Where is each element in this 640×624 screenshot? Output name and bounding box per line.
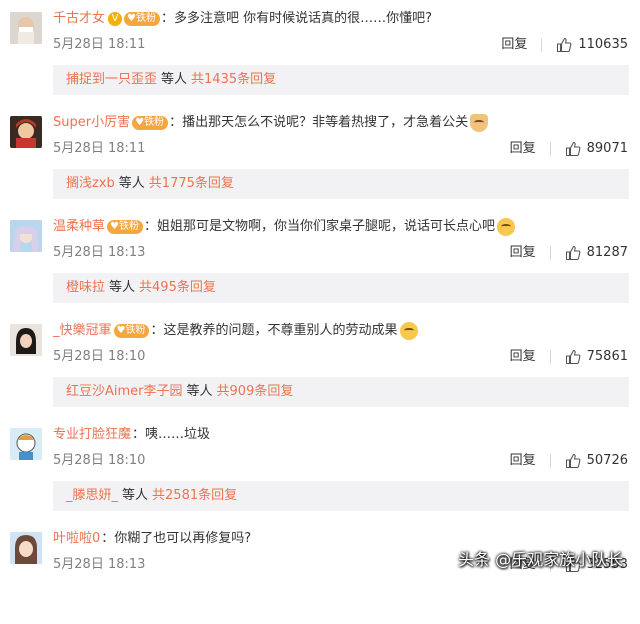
comment-item: _快樂冠軍 ♥铁粉 ： 这是教养的问题，不尊重别人的劳动成果 5月28日 18:… xyxy=(0,312,640,416)
like-count: 89071 xyxy=(586,141,628,156)
sub-reply-user[interactable]: 橙味拉 xyxy=(66,280,105,295)
divider xyxy=(549,454,551,468)
timestamp: 5月28日 18:10 xyxy=(53,453,146,468)
hands-emoji-icon xyxy=(470,114,489,132)
fan-badge[interactable]: ♥铁粉 xyxy=(124,12,160,26)
thumbs-up-icon[interactable] xyxy=(565,349,581,365)
reply-button[interactable]: 回复 xyxy=(510,138,536,160)
comment-text: 播出那天怎么不说呢？非等着热搜了，才急着公关 xyxy=(182,115,469,130)
sub-reply-user[interactable]: 捕捉到一只歪歪 xyxy=(66,72,157,87)
comment-item: Super小厉害 ♥铁粉 ： 播出那天怎么不说呢？非等着热搜了，才急着公关 5月… xyxy=(0,104,640,208)
total-replies-link[interactable]: 共1435条回复 xyxy=(191,72,276,87)
like-count: 110635 xyxy=(578,37,628,52)
total-replies-link[interactable]: 共2581条回复 xyxy=(152,488,237,503)
comment-text: 咦……垃圾 xyxy=(145,427,211,442)
sub-reply-bar[interactable]: 捕捉到一只歪歪 等人 共1435条回复 xyxy=(53,65,629,95)
comment-text: 你糊了也可以再修复吗? xyxy=(114,531,252,546)
timestamp: 5月28日 18:11 xyxy=(53,141,146,156)
thumbs-up-icon[interactable] xyxy=(556,37,572,53)
total-replies-link[interactable]: 共495条回复 xyxy=(139,280,216,295)
divider xyxy=(549,350,551,364)
smile-emoji-icon xyxy=(497,218,516,236)
reply-button[interactable]: 回复 xyxy=(510,242,536,264)
timestamp: 5月28日 18:10 xyxy=(53,349,146,364)
reply-button[interactable]: 回复 xyxy=(510,450,536,472)
avatar[interactable] xyxy=(10,428,42,460)
total-replies-link[interactable]: 共909条回复 xyxy=(217,384,294,399)
watermark: 头条 @乐观家族小队长 xyxy=(458,550,624,569)
avatar[interactable] xyxy=(10,324,42,356)
like-count: 50726 xyxy=(586,453,628,468)
sub-reply-user[interactable]: _滕思妍_ xyxy=(66,488,118,503)
comment-text: 这是教养的问题，不尊重别人的劳动成果 xyxy=(163,323,398,338)
sub-reply-bar[interactable]: 红豆沙Aimer李子园 等人 共909条回复 xyxy=(53,377,629,407)
fan-badge[interactable]: ♥铁粉 xyxy=(132,116,169,130)
fan-badge[interactable]: ♥铁粉 xyxy=(113,324,150,338)
thumbs-up-icon[interactable] xyxy=(565,453,581,469)
avatar[interactable] xyxy=(10,116,42,148)
fan-badge[interactable]: ♥铁粉 xyxy=(107,220,143,234)
username-link[interactable]: _快樂冠軍 xyxy=(53,320,112,342)
smirk-emoji-icon xyxy=(399,322,418,340)
reply-button[interactable]: 回复 xyxy=(510,346,536,368)
username-link[interactable]: Super小厉害 xyxy=(53,112,130,134)
sub-reply-bar[interactable]: 搁浅zxb 等人 共1775条回复 xyxy=(53,169,629,199)
sub-reply-bar[interactable]: _滕思妍_ 等人 共2581条回复 xyxy=(53,481,629,511)
vip-badge: V xyxy=(108,12,123,26)
divider xyxy=(541,38,543,52)
thumbs-up-icon[interactable] xyxy=(565,245,581,261)
like-count: 75861 xyxy=(586,349,628,364)
divider xyxy=(549,142,551,156)
username-link[interactable]: 专业打脸狂魔 xyxy=(53,424,131,446)
comment-text: 姐姐那可是文物啊，你当你们家桌子腿呢，说话可长点心吧 xyxy=(157,219,496,234)
total-replies-link[interactable]: 共1775条回复 xyxy=(149,176,234,191)
avatar[interactable] xyxy=(10,12,42,44)
divider xyxy=(549,246,551,260)
timestamp: 5月28日 18:11 xyxy=(53,37,146,52)
comment-item: 温柔种草 ♥铁粉 ： 姐姐那可是文物啊，你当你们家桌子腿呢，说话可长点心吧 5月… xyxy=(0,208,640,312)
sub-reply-bar[interactable]: 橙味拉 等人 共495条回复 xyxy=(53,273,629,303)
timestamp: 5月28日 18:13 xyxy=(53,245,146,260)
comment-text: 多多注意吧 你有时候说话真的很……你懂吧? xyxy=(174,11,433,26)
like-count: 81287 xyxy=(586,245,628,260)
thumbs-up-icon[interactable] xyxy=(565,141,581,157)
avatar[interactable] xyxy=(10,220,42,252)
avatar[interactable] xyxy=(10,532,42,564)
reply-button[interactable]: 回复 xyxy=(501,34,527,56)
sub-reply-user[interactable]: 红豆沙Aimer李子园 xyxy=(66,384,183,399)
timestamp: 5月28日 18:13 xyxy=(53,557,146,572)
comment-item: 千古才女 V ♥铁粉 ： 多多注意吧 你有时候说话真的很……你懂吧? 5月28日… xyxy=(0,0,640,104)
username-link[interactable]: 温柔种草 xyxy=(53,216,105,238)
comment-item: 专业打脸狂魔 ： 咦……垃圾 5月28日 18:10 回复 50726 _滕思妍… xyxy=(0,416,640,520)
username-link[interactable]: 叶啦啦0 xyxy=(53,528,100,550)
username-link[interactable]: 千古才女 xyxy=(53,8,105,30)
sub-reply-user[interactable]: 搁浅zxb xyxy=(66,176,115,191)
